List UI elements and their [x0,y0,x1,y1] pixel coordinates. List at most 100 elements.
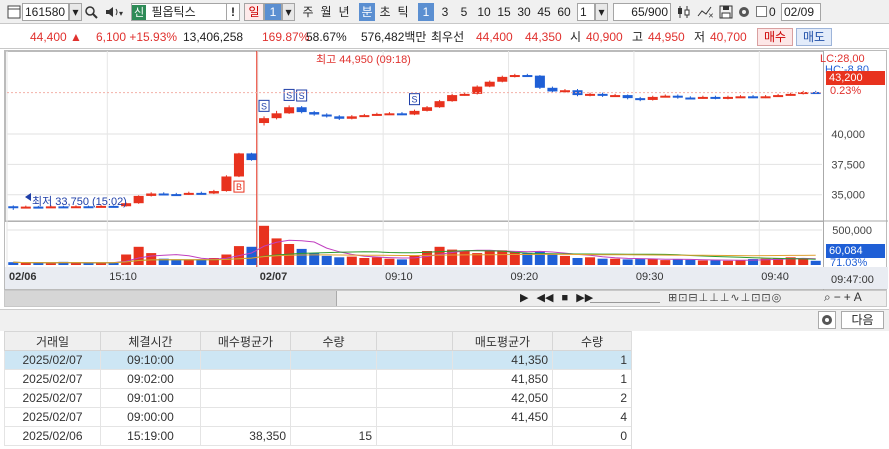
interval-1[interactable]: 1 [418,3,434,21]
volume-bar [171,260,182,265]
col-buy-avg[interactable]: 매수평균가 [200,331,291,351]
volume-bar [547,253,558,265]
table-row[interactable]: 2025/02/07 09:10:00 41,350 1 [4,350,632,370]
sound-icon[interactable]: ▾ [101,4,129,20]
zoom-out-button[interactable]: − [834,290,844,304]
period-dropdown-button[interactable]: ▾ [282,3,295,21]
volume-ratio: 169.87% [262,30,310,44]
sell-button[interactable]: 매도 [796,28,832,46]
settings-button[interactable] [818,311,836,329]
candle-body [559,90,570,93]
table-row[interactable]: 2025/02/07 09:00:00 41,450 4 [4,407,632,427]
candle-body [672,95,683,98]
rewind-button[interactable]: ◀◀ [537,292,554,304]
table-row[interactable]: 2025/02/06 15:19:00 38,350 15 0 [4,426,632,446]
period-month[interactable]: 월 [318,3,334,21]
gear-icon[interactable] [736,4,752,20]
sell-marker[interactable]: S [283,88,295,101]
unit-field[interactable]: 1 [577,3,595,21]
candle-body [296,107,307,113]
stock-code-field[interactable]: 161580 [22,3,69,21]
code-dropdown-button[interactable]: ▾ [69,3,82,21]
interval-45[interactable]: 45 [535,3,553,21]
col-buy-qty[interactable]: 수량 [290,331,377,351]
period-minute[interactable]: 분 [359,3,375,21]
date-field[interactable]: 02/09 [781,3,821,21]
col-sell-avg[interactable]: 매도평균가 [452,331,553,351]
unit-dropdown-button[interactable]: ▾ [595,3,608,21]
low-marker-arrow [25,193,31,201]
count-field[interactable]: 65/900 [613,3,671,21]
sell-marker[interactable]: S [409,93,420,106]
search-icon[interactable] [83,4,99,20]
table-row[interactable]: 2025/02/07 09:02:00 41,850 1 [4,369,632,389]
low-price: 40,700 [710,30,747,44]
sell-marker[interactable]: S [296,89,308,102]
col-trade-date[interactable]: 거래일 [4,331,101,351]
candle-body [133,195,144,204]
table-row[interactable]: 2025/02/07 09:01:00 42,050 2 [4,388,632,408]
price-tick-label: 40,000 [831,129,865,141]
candle-body [685,97,696,100]
open-label: 시 [570,30,582,44]
time-tick-label: 09:40 [761,271,789,283]
col-blank [376,331,453,351]
period-num-field[interactable]: 1 [264,3,282,21]
candle-body [396,113,407,116]
table-cell [376,388,453,408]
stock-name-field[interactable]: 신 필옵틱스 [131,3,227,21]
chart-area[interactable]: 40,000 37,500 35,000 500,000 02/06 15:10 02/07… [4,50,888,291]
zoom-icon[interactable]: ⌕ [824,290,834,304]
stop-button[interactable]: ■ [562,292,569,304]
font-size-button[interactable]: A [854,290,865,304]
volume-bar [647,258,658,265]
sell-marker[interactable]: S [258,99,270,112]
time-tick-label: 09:10 [385,271,413,283]
current-pct: 0.23% [830,85,862,97]
table-cell: 41,450 [452,407,553,427]
speed-slider[interactable] [590,294,660,303]
interval-5[interactable]: 5 [456,3,472,21]
interval-60[interactable]: 60 [555,3,573,21]
drawing-tools[interactable]: ⊞⊡⊟⊥⊥⊥∿⊥⊡⊡◎ [668,291,782,304]
buy-button[interactable]: 매수 [757,28,793,46]
table-cell: 1 [552,369,632,389]
col-exec-time[interactable]: 체결시간 [100,331,201,351]
turnover: 58.67% [306,30,347,44]
interval-15[interactable]: 15 [495,3,513,21]
period-second[interactable]: 초 [377,3,393,21]
col-sell-qty[interactable]: 수량 [552,331,632,351]
candle-type-icon[interactable] [677,4,693,20]
best-bid: 44,350 [525,30,562,44]
price-chart[interactable]: 40,000 37,500 35,000 500,000 02/06 15:10 02/07… [5,51,888,291]
date-checkbox-label: 0 [769,5,776,19]
draw-tool-icon[interactable]: ⊞⊡⊟⊥⊥⊥∿⊥⊡⊡◎ [668,292,782,304]
warning-button[interactable]: ! [226,3,240,21]
interval-30[interactable]: 30 [515,3,533,21]
svg-text:S: S [261,101,267,111]
candle-body [196,192,207,195]
window-icon[interactable] [6,4,22,20]
volume-bar [710,260,721,265]
scroll-right-button[interactable]: ▶ [520,292,528,304]
volume-bar [146,253,157,265]
table-cell: 42,050 [452,388,553,408]
period-week[interactable]: 주 [300,3,316,21]
interval-10[interactable]: 10 [475,3,493,21]
period-year[interactable]: 년 [336,3,352,21]
period-tick[interactable]: 틱 [395,3,411,21]
period-day-button[interactable]: 일 [244,3,264,21]
buy-marker[interactable]: B [233,180,245,193]
candle-body [384,113,395,116]
volume-bar [672,259,683,265]
save-icon[interactable] [718,4,734,20]
next-button[interactable]: 다음 [841,311,884,329]
date-checkbox[interactable] [756,6,767,17]
candle-body [284,107,295,114]
candle-body [20,206,31,209]
zoom-in-button[interactable]: + [844,290,854,304]
compare-icon[interactable]: ✕ [697,4,715,20]
scroll-thumb[interactable] [5,291,337,306]
interval-3[interactable]: 3 [437,3,453,21]
candle-body [773,95,784,98]
